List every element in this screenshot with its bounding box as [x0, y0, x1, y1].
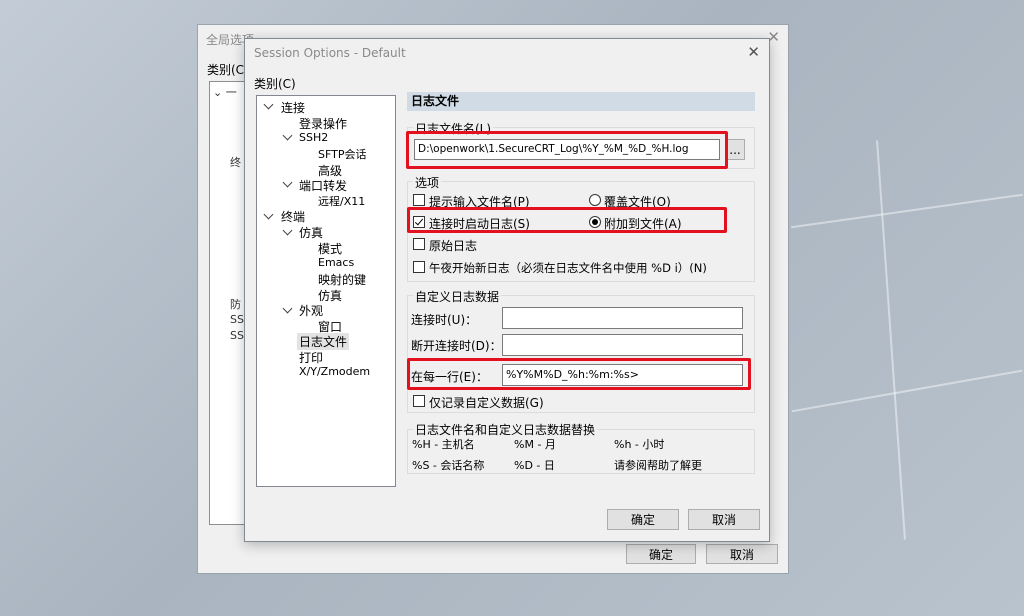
- global-tree-item: SS: [230, 313, 244, 326]
- global-tree-item: ⌄ 一: [213, 86, 237, 99]
- chevron-down-icon[interactable]: [263, 99, 274, 110]
- desktop-light-ray: [791, 369, 1023, 413]
- tree-item-xyzmodem[interactable]: X/Y/Zmodem: [299, 365, 370, 378]
- highlight-box: [407, 207, 727, 233]
- tree-item-emacs[interactable]: Emacs: [318, 256, 354, 269]
- new-log-midnight-label: 午夜开始新日志（必须在日志文件名中使用 %D i）(N): [429, 261, 707, 275]
- on-connect-input[interactable]: [502, 307, 743, 329]
- global-tree-item: SS: [230, 329, 244, 342]
- tree-item-login-actions[interactable]: 登录操作: [299, 115, 347, 132]
- overwrite-radio[interactable]: [589, 194, 601, 206]
- raw-log-checkbox[interactable]: [413, 238, 425, 250]
- on-connect-label: 连接时(U)：: [411, 313, 478, 327]
- chevron-down-icon[interactable]: [263, 209, 274, 220]
- tree-item-mapped-keys[interactable]: 映射的键: [318, 271, 366, 288]
- on-disconnect-label: 断开连接时(D)：: [411, 339, 502, 353]
- on-disconnect-input[interactable]: [502, 334, 743, 356]
- global-tree-item: 防: [230, 298, 241, 311]
- new-log-midnight-checkbox[interactable]: [413, 261, 425, 273]
- desktop-light-ray: [876, 140, 906, 540]
- tree-item-port-forwarding[interactable]: 端口转发: [299, 177, 347, 194]
- session-options-dialog: Session Options - Default ✕ 类别(C) 连接 登录操…: [244, 38, 770, 542]
- tree-item-sftp-session[interactable]: SFTP会话: [318, 146, 366, 162]
- global-category-label: 类别(C): [207, 63, 249, 77]
- subst-text: %M - 月: [514, 438, 556, 451]
- highlight-box: [407, 358, 751, 390]
- chevron-down-icon[interactable]: [282, 177, 293, 188]
- tree-item-ssh2[interactable]: SSH2: [299, 131, 328, 144]
- tree-item-terminal[interactable]: 终端: [281, 208, 305, 225]
- panel-header: 日志文件: [407, 92, 755, 111]
- tree-item-log-file[interactable]: 日志文件: [297, 333, 350, 350]
- chevron-down-icon[interactable]: [282, 130, 293, 141]
- global-category-tree[interactable]: ⌄ 一 终 防 SS SS: [209, 81, 247, 525]
- desktop-light-ray: [790, 193, 1024, 229]
- only-custom-label: 仅记录自定义数据(G): [429, 396, 544, 410]
- prompt-filename-checkbox[interactable]: [413, 194, 425, 206]
- global-cancel-button[interactable]: 取消: [706, 544, 778, 564]
- tree-item-print[interactable]: 打印: [299, 349, 323, 366]
- global-tree-item: 终: [230, 156, 241, 169]
- only-custom-checkbox[interactable]: [413, 395, 425, 407]
- tree-item-connection[interactable]: 连接: [281, 99, 305, 116]
- tree-item-modes[interactable]: 模式: [318, 240, 342, 257]
- chevron-down-icon[interactable]: [282, 303, 293, 314]
- subst-text: %H - 主机名: [412, 438, 475, 451]
- browse-button[interactable]: ...: [725, 139, 745, 160]
- category-label: 类别(C): [254, 77, 296, 91]
- custom-log-title: 自定义日志数据: [413, 288, 502, 305]
- tree-item-appearance[interactable]: 外观: [299, 302, 323, 319]
- subst-text: %D - 日: [514, 459, 555, 472]
- raw-log-label: 原始日志: [429, 239, 478, 253]
- highlight-box: [406, 131, 728, 169]
- dialog-title: Session Options - Default: [254, 46, 406, 60]
- cancel-button[interactable]: 取消: [688, 509, 760, 530]
- subst-text: 请参阅帮助了解更: [614, 459, 702, 472]
- close-icon[interactable]: ✕: [747, 43, 760, 61]
- subst-text: %S - 会话名称: [412, 459, 485, 472]
- tree-item-remote-x11[interactable]: 远程/X11: [318, 193, 365, 209]
- global-ok-button[interactable]: 确定: [626, 544, 696, 564]
- tree-item-emulation[interactable]: 仿真: [299, 224, 323, 241]
- options-title: 选项: [413, 174, 442, 191]
- chevron-down-icon[interactable]: [282, 225, 293, 236]
- category-tree: 连接 登录操作 SSH2 SFTP会话 高级 端口转发 远程/X11 终端 仿真…: [256, 95, 396, 487]
- subst-text: %h - 小时: [614, 438, 665, 451]
- ok-button[interactable]: 确定: [607, 509, 679, 530]
